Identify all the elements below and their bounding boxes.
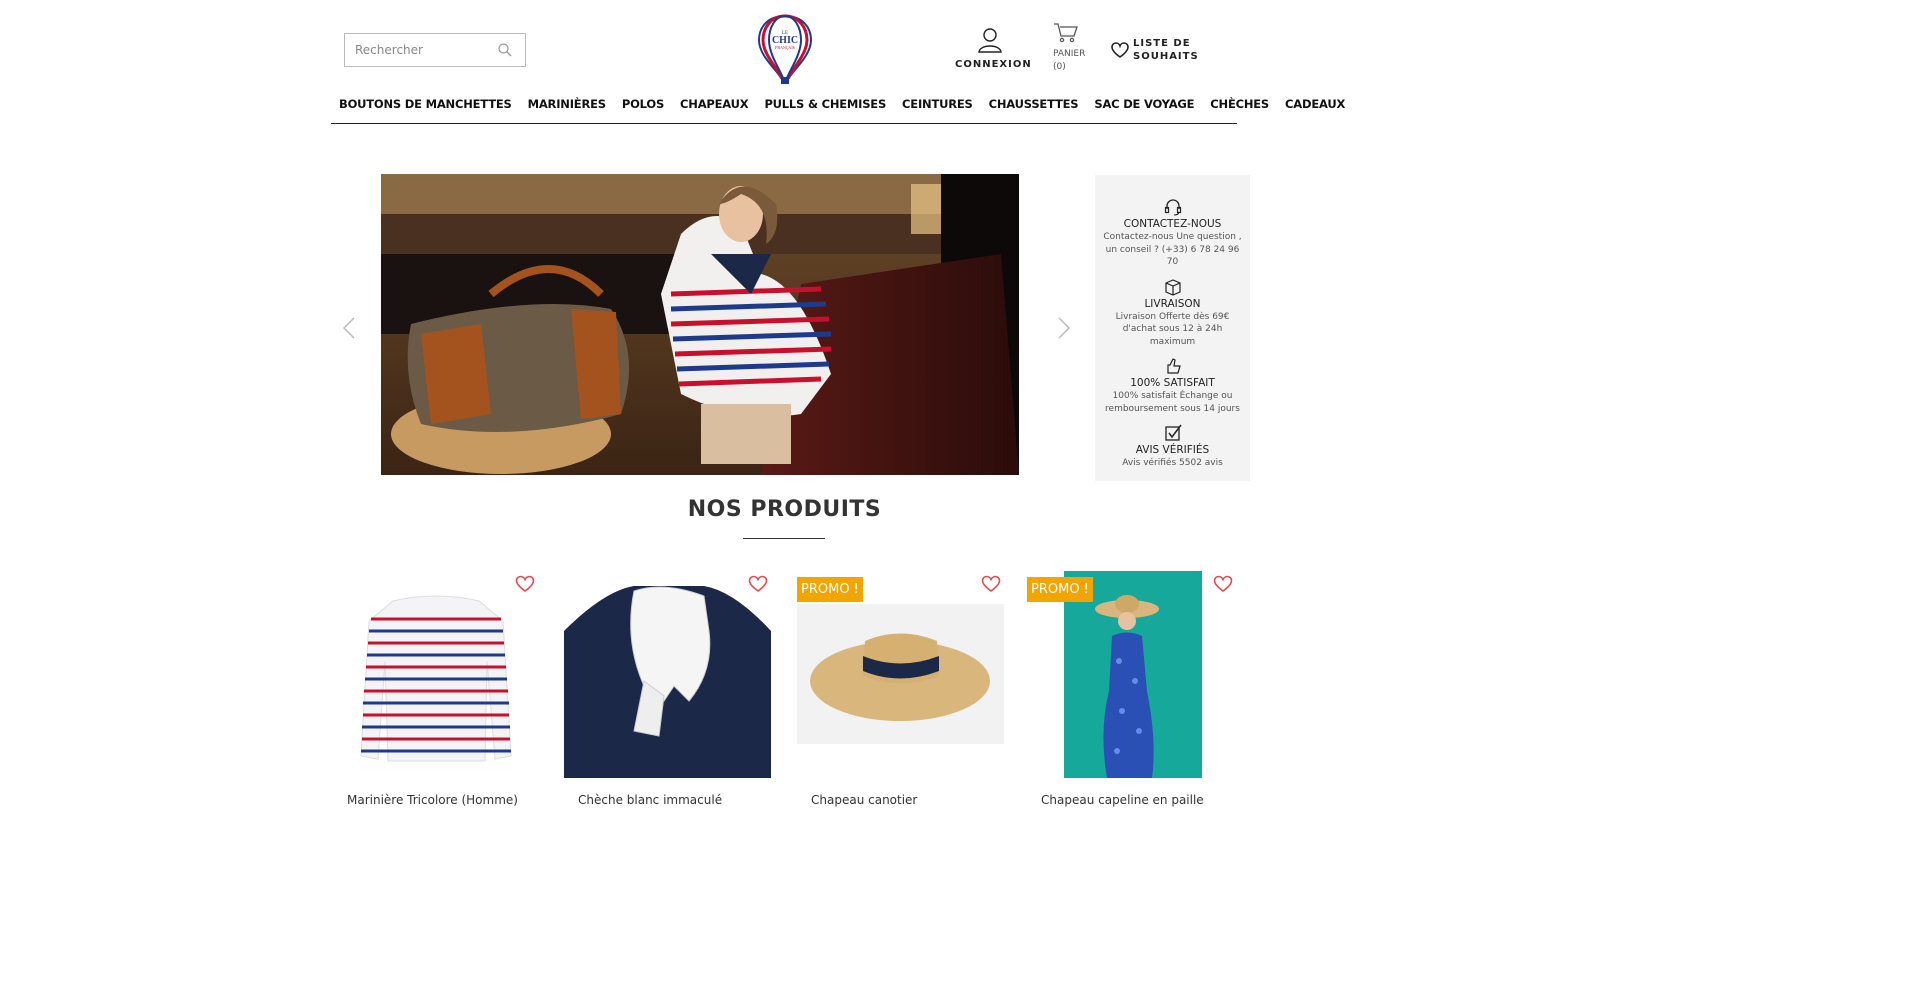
product-name[interactable]: Chapeau canotier	[811, 793, 917, 807]
reassurance-desc: Livraison Offerte dès 69€ d'achat sous 1…	[1115, 311, 1230, 347]
account-link[interactable]: CONNEXION	[955, 27, 1032, 70]
wishlist-link[interactable]: LISTE DE SOUHAITS	[1111, 37, 1203, 63]
product-image[interactable]	[564, 571, 771, 778]
title-divider	[743, 538, 825, 539]
product-name[interactable]: Marinière Tricolore (Homme)	[347, 793, 518, 807]
nav-item-chaussettes[interactable]: CHAUSSETTES	[981, 95, 1087, 123]
nav-item-cadeaux[interactable]: CADEAUX	[1277, 95, 1353, 123]
carousel-next-arrow[interactable]	[1056, 316, 1072, 340]
search-box[interactable]	[344, 33, 526, 67]
search-icon[interactable]	[497, 42, 513, 58]
nav-item-sac-de-voyage[interactable]: SAC DE VOYAGE	[1086, 95, 1202, 123]
user-icon	[978, 28, 1002, 53]
wishlist-heart-icon[interactable]	[1213, 575, 1233, 593]
product-image[interactable]	[1027, 571, 1234, 778]
product-name[interactable]: Chèche blanc immaculé	[578, 793, 722, 807]
account-label: CONNEXION	[955, 59, 1032, 70]
wishlist-heart-icon[interactable]	[515, 575, 535, 593]
product-card[interactable]: Chèche blanc immaculé	[564, 571, 771, 821]
reassurance-desc: Avis vérifiés 5502 avis	[1122, 458, 1223, 468]
search-input[interactable]	[355, 43, 495, 57]
wishlist-heart-icon[interactable]	[748, 575, 768, 593]
promo-badge: PROMO !	[1027, 577, 1093, 602]
reassurance-desc: 100% satisfait Échange ou remboursement …	[1105, 391, 1240, 414]
reassurance-title: CONTACTEZ-NOUS	[1123, 218, 1222, 230]
svg-text:FRANÇAIS: FRANÇAIS	[775, 45, 795, 50]
product-card[interactable]: PROMO ! Chapeau capeline en paille	[1027, 571, 1234, 821]
box-icon	[1164, 278, 1181, 296]
nav-item-pulls-chemises[interactable]: PULLS & CHEMISES	[756, 95, 894, 123]
reassurance-title: LIVRAISON	[1144, 297, 1201, 310]
headset-icon	[1164, 199, 1181, 216]
cart-link[interactable]: PANIER (0)	[1053, 22, 1093, 74]
nav-item-cheches[interactable]: CHÈCHES	[1202, 95, 1277, 123]
wishlist-heart-icon[interactable]	[981, 575, 1001, 593]
nav-item-ceintures[interactable]: CEINTURES	[894, 95, 981, 123]
product-image[interactable]	[333, 571, 540, 778]
hero-image	[381, 174, 1019, 475]
cart-count: (0)	[1053, 62, 1066, 72]
product-name[interactable]: Chapeau capeline en paille	[1041, 793, 1204, 807]
checkbox-icon	[1164, 424, 1182, 441]
product-card[interactable]: PROMO ! Chapeau canotier	[797, 571, 1004, 821]
reassurance-satisfaction[interactable]: 100% SATISFAIT 100% satisfait Échange ou…	[1095, 356, 1250, 415]
reassurance-panel: CONTACTEZ-NOUS Contactez-nous Une questi…	[1095, 175, 1250, 481]
reassurance-title: 100% SATISFAIT	[1130, 377, 1215, 389]
promo-badge: PROMO !	[797, 577, 863, 602]
logo[interactable]: LE CHIC FRANÇAIS	[757, 14, 813, 86]
nav-item-polos[interactable]: POLOS	[614, 95, 672, 123]
reassurance-desc: Contactez-nous Une question , un conseil…	[1103, 232, 1242, 267]
nav-item-chapeaux[interactable]: CHAPEAUX	[672, 95, 756, 123]
main-nav: BOUTONS DE MANCHETTES MARINIÈRES POLOS C…	[331, 95, 1345, 124]
reassurance-title: AVIS VÉRIFIÉS	[1135, 444, 1210, 456]
hero-banner[interactable]	[381, 174, 1019, 475]
reassurance-contact[interactable]: CONTACTEZ-NOUS Contactez-nous Une questi…	[1095, 197, 1250, 269]
nav-item-boutons[interactable]: BOUTONS DE MANCHETTES	[331, 95, 520, 123]
product-image[interactable]	[797, 571, 1004, 778]
cart-icon	[1054, 23, 1078, 43]
reassurance-reviews[interactable]: AVIS VÉRIFIÉS Avis vérifiés 5502 avis	[1095, 423, 1250, 470]
heart-icon	[1111, 42, 1129, 58]
reassurance-shipping[interactable]: LIVRAISON Livraison Offerte dès 69€ d'ac…	[1095, 277, 1250, 349]
nav-item-marinieres[interactable]: MARINIÈRES	[520, 95, 614, 123]
product-card[interactable]: Marinière Tricolore (Homme)	[333, 571, 540, 821]
wishlist-label: LISTE DE SOUHAITS	[1133, 38, 1199, 62]
thumbs-up-icon	[1166, 358, 1181, 374]
section-title: NOS PRODUITS	[687, 497, 882, 522]
cart-label: PANIER	[1053, 49, 1086, 59]
carousel-prev-arrow[interactable]	[341, 316, 357, 340]
